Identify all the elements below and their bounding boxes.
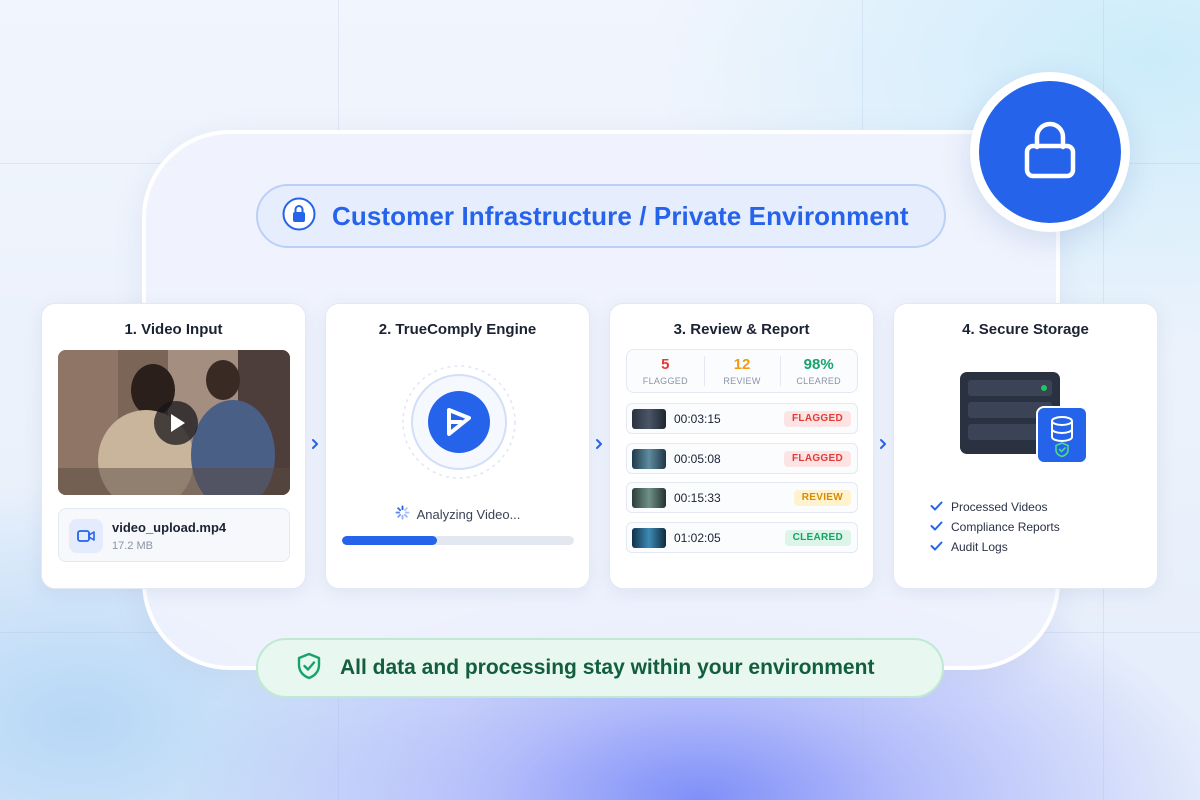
segment-timestamp: 01:02:05 (674, 530, 721, 545)
database-shield-icon (1036, 406, 1088, 469)
checkmark-icon (930, 500, 943, 514)
engine-logo-icon (401, 364, 517, 480)
checkmark-icon (930, 520, 943, 534)
segment-thumbnail (632, 448, 666, 469)
file-name: video_upload.mp4 (112, 520, 227, 535)
checklist-item-label: Audit Logs (951, 540, 1008, 554)
storage-checklist: Processed Videos Compliance Reports Audi… (930, 497, 1060, 557)
banner-message: All data and processing stay within your… (340, 656, 875, 679)
checklist-item: Audit Logs (930, 537, 1060, 557)
checkmark-icon (930, 540, 943, 554)
data-residency-banner: All data and processing stay within your… (256, 638, 944, 698)
checklist-item: Processed Videos (930, 497, 1060, 517)
stat-value: 98% (803, 356, 834, 373)
analysis-status-text: Analyzing Video... (416, 506, 521, 522)
environment-title: Customer Infrastructure / Private Enviro… (332, 200, 909, 231)
play-icon[interactable] (153, 400, 199, 451)
segment-row[interactable]: 01:02:05 CLEARED (626, 521, 858, 553)
step-title: 1. Video Input (124, 321, 223, 338)
segment-timestamp: 00:15:33 (674, 491, 721, 505)
chevron-right-icon (309, 436, 321, 452)
stat-flagged: 5 FLAGGED (627, 350, 704, 392)
progress-bar (342, 536, 574, 545)
stat-label: REVIEW (723, 376, 761, 386)
lock-badge-icon (282, 197, 316, 236)
shield-check-icon (296, 652, 322, 685)
checklist-item-label: Processed Videos (951, 500, 1048, 514)
progress-bar-fill (342, 536, 438, 545)
analysis-status: Analyzing Video... (326, 505, 589, 523)
segment-list: 00:03:15 FLAGGED 00:05:08 FLAGGED 00:15:… (626, 403, 858, 561)
stat-review: 12 REVIEW (703, 350, 781, 392)
step-title: 4. Secure Storage (962, 321, 1089, 338)
segment-thumbnail (632, 488, 666, 508)
stat-value: 12 (733, 356, 751, 373)
status-badge: FLAGGED (784, 411, 851, 427)
status-badge: FLAGGED (784, 450, 851, 467)
step-title: 3. Review & Report (673, 321, 810, 338)
stat-value: 5 (661, 356, 670, 373)
stat-cleared: 98% CLEARED (780, 350, 857, 392)
checklist-item-label: Compliance Reports (951, 520, 1060, 534)
stat-label: CLEARED (796, 376, 841, 386)
segment-timestamp: 00:05:08 (674, 451, 721, 466)
segment-thumbnail (632, 409, 666, 429)
file-size: 17.2 MB (112, 540, 153, 552)
step-card-secure-storage: 4. Secure Storage Processed Videos Compl… (893, 303, 1158, 589)
chevron-right-icon (593, 436, 605, 452)
environment-header: Customer Infrastructure / Private Enviro… (256, 184, 946, 248)
file-info: video_upload.mp4 17.2 MB (58, 508, 290, 562)
summary-stats: 5 FLAGGED 12 REVIEW 98% CLEARED (626, 349, 858, 393)
step-card-review-report: 3. Review & Report 5 FLAGGED 12 REVIEW 9… (609, 303, 874, 589)
segment-row[interactable]: 00:15:33 REVIEW (626, 482, 858, 513)
video-camera-icon (69, 519, 103, 553)
step-title: 2. TrueComply Engine (378, 321, 537, 338)
lock-icon (1020, 117, 1080, 188)
spinner-icon (395, 505, 410, 523)
stat-label: FLAGGED (642, 376, 688, 386)
lock-emblem (970, 72, 1130, 232)
segment-thumbnail (632, 527, 666, 548)
checklist-item: Compliance Reports (930, 517, 1060, 537)
step-card-video-input: 1. Video Input video_upload.mp4 17.2 MB (41, 303, 306, 589)
chevron-right-icon (877, 436, 889, 452)
segment-timestamp: 00:03:15 (674, 412, 721, 426)
status-badge: REVIEW (793, 490, 851, 506)
step-card-engine: 2. TrueComply Engine Analyzing Video... (325, 303, 590, 589)
video-thumbnail[interactable] (58, 350, 290, 495)
segment-row[interactable]: 00:05:08 FLAGGED (626, 442, 858, 474)
status-badge: CLEARED (784, 529, 851, 546)
segment-row[interactable]: 00:03:15 FLAGGED (626, 403, 858, 434)
